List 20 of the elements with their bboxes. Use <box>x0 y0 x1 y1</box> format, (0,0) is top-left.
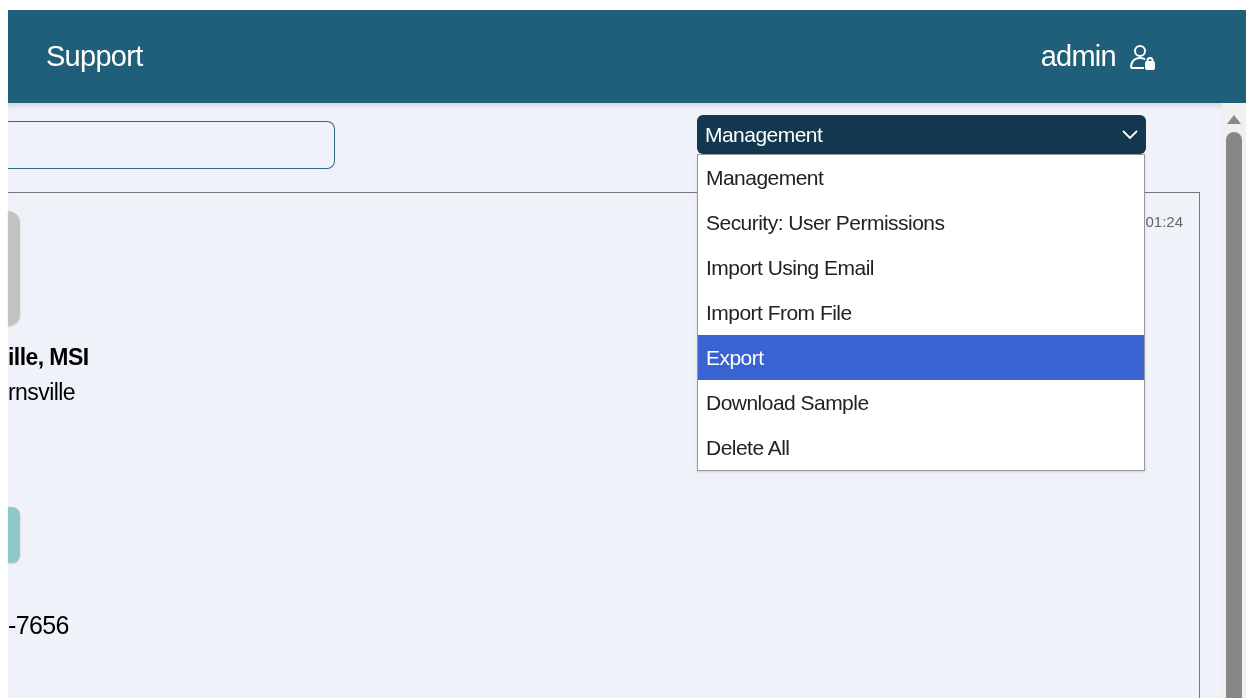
scroll-up-arrow-icon[interactable] <box>1227 115 1241 124</box>
menu-option[interactable]: Download Sample <box>698 380 1144 425</box>
menu-option[interactable]: Delete All <box>698 425 1144 470</box>
menu-option[interactable]: Export <box>698 335 1144 380</box>
chevron-down-icon <box>1122 129 1138 140</box>
menu-dropdown[interactable]: Management <box>697 115 1146 154</box>
menu-option[interactable]: Management <box>698 155 1144 200</box>
timestamp: 01:24 <box>1145 212 1184 232</box>
menu-option[interactable]: Import From File <box>698 290 1144 335</box>
scrollbar-thumb[interactable] <box>1226 132 1242 698</box>
menu-option[interactable]: Security: User Permissions <box>698 200 1144 245</box>
menu-option[interactable]: Import Using Email <box>698 245 1144 290</box>
contact-phone: -7656 <box>8 610 69 641</box>
contact-city: rnsville <box>8 377 75 407</box>
user-name[interactable]: admin <box>1040 34 1116 79</box>
user-lock-icon[interactable] <box>1128 42 1156 71</box>
contact-name: ille, MSI <box>8 343 89 372</box>
app-title: Support <box>46 38 143 74</box>
scrollbar[interactable] <box>1222 103 1246 698</box>
search-field[interactable] <box>8 121 335 169</box>
